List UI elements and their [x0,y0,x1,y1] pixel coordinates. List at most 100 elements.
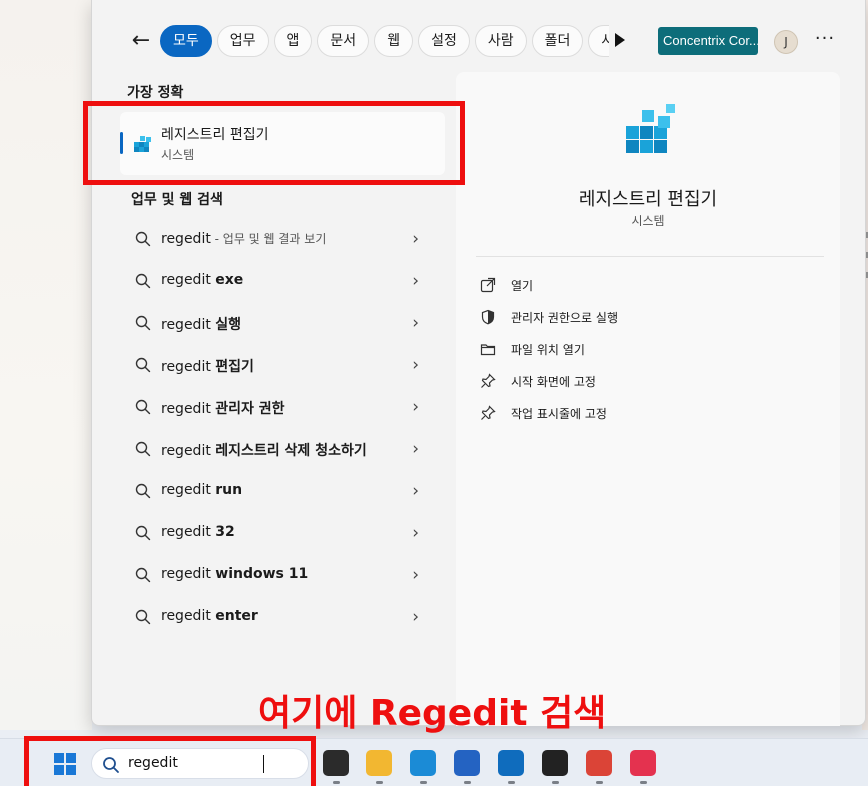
search-icon [135,273,151,289]
search-result-text: regedit - 업무 및 웹 결과 보기 [161,230,326,247]
running-indicator [596,781,603,784]
result-suggestion: windows 11 [215,566,309,582]
result-query: regedit [161,608,216,624]
result-query: regedit [161,231,211,247]
result-suggestion: 레지스트리 삭제 청소하기 [215,443,367,459]
highlight-box-search [24,736,316,786]
detail-actions: 열기 관리자 권한으로 실행파일 위치 열기시작 화면에 고정작업 표시줄에 고정 [480,273,820,433]
desktop-background-left [0,0,92,730]
search-result-row[interactable]: regedit 편집기 › [121,344,441,386]
search-result-row[interactable]: regedit 레지스트리 삭제 청소하기 › [121,428,441,470]
search-icon [135,525,151,541]
organization-button[interactable]: Concentrix Cor... [658,27,758,55]
filter-chip[interactable]: 문서 [317,25,370,57]
scroll-filters-play-icon[interactable] [615,33,625,47]
result-suggestion: 실행 [215,317,242,333]
highlight-box-best-match [83,101,465,185]
result-query: regedit [161,566,216,582]
chevron-right-icon[interactable]: › [412,313,419,333]
web-search-heading: 업무 및 웹 검색 [131,192,223,208]
detail-app-type: 시스템 [631,214,665,228]
filter-chip[interactable]: 업무 [216,25,269,57]
more-options-icon[interactable]: ··· [812,26,838,54]
search-result-row[interactable]: regedit enter › [121,596,441,638]
result-query: regedit [161,524,216,540]
detail-app-name: 레지스트리 편집기 [578,189,718,210]
result-suggestion: 32 [215,524,235,540]
task-view-icon[interactable] [323,750,349,776]
search-icon [135,231,151,247]
action-label: 작업 표시줄에 고정 [511,407,607,421]
search-result-text: regedit 편집기 [161,356,254,376]
result-query: regedit [161,401,216,417]
chevron-right-icon[interactable]: › [412,439,419,459]
chevron-right-icon[interactable]: › [412,481,419,501]
creative-cloud-icon[interactable] [630,750,656,776]
chevron-right-icon[interactable]: › [412,565,419,585]
search-result-text: regedit 32 [161,524,235,540]
divider [476,256,824,257]
avatar[interactable]: J [774,30,798,54]
action-item[interactable]: 관리자 권한으로 실행 [480,305,820,337]
result-suggestion: exe [215,272,244,288]
filter-chip[interactable]: 사 [588,25,609,57]
result-suggestion: run [215,482,243,498]
folder-icon [480,344,496,356]
running-indicator [508,781,515,784]
running-indicator [464,781,471,784]
filter-chip[interactable]: 앱 [273,25,313,57]
result-suggestion: 관리자 권한 [215,401,285,417]
edge-icon[interactable] [410,750,436,776]
filter-chip[interactable]: 웹 [374,25,414,57]
search-result-row[interactable]: regedit 관리자 권한 › [121,386,441,428]
best-match-heading: 가장 정확 [127,85,184,101]
action-item[interactable]: 열기 [480,273,820,305]
running-indicator [376,781,383,784]
search-icon [135,567,151,583]
filter-chip[interactable]: 모두 [160,25,212,57]
chevron-right-icon[interactable]: › [412,607,419,627]
result-suggestion: 편집기 [215,359,254,375]
store-icon[interactable] [454,750,480,776]
search-result-row[interactable]: regedit 32 › [121,512,441,554]
chevron-right-icon[interactable]: › [412,229,419,249]
search-result-text: regedit exe [161,272,243,288]
outlook-icon[interactable] [498,750,524,776]
search-result-text: regedit 실행 [161,314,241,334]
search-icon [135,399,151,415]
chevron-right-icon[interactable]: › [412,523,419,543]
action-item[interactable]: 파일 위치 열기 [480,337,820,369]
search-result-row[interactable]: regedit run › [121,470,441,512]
pin-icon [481,373,496,388]
search-result-text: regedit windows 11 [161,566,308,582]
registry-editor-icon [626,104,675,153]
action-label: 시작 화면에 고정 [511,375,596,389]
chevron-right-icon[interactable]: › [412,355,419,375]
running-indicator [333,781,340,784]
chevron-right-icon[interactable]: › [412,397,419,417]
search-result-row[interactable]: regedit exe › [121,260,441,302]
running-indicator [552,781,559,784]
action-item[interactable]: 시작 화면에 고정 [480,369,820,401]
chrome-icon[interactable] [586,750,612,776]
back-arrow-icon[interactable]: ← [128,27,154,55]
action-item[interactable]: 작업 표시줄에 고정 [480,401,820,433]
search-result-text: regedit 관리자 권한 [161,398,285,418]
web-search-results: regedit - 업무 및 웹 결과 보기 › regedit exe › reged… [121,218,441,638]
filter-chip[interactable]: 사람 [474,25,527,57]
search-result-row[interactable]: regedit 실행 › [121,302,441,344]
chevron-right-icon[interactable]: › [412,271,419,291]
running-indicator [420,781,427,784]
file-explorer-icon[interactable] [366,750,392,776]
filter-chip[interactable]: 폴더 [531,25,584,57]
result-note: - 업무 및 웹 결과 보기 [210,232,327,246]
action-label: 파일 위치 열기 [511,343,585,357]
search-icon [135,315,151,331]
filter-bar: ← 모두 업무 앱 문서 웹 설정 사람 폴더 사 Concentrix Cor... J ··… [92,22,865,60]
search-result-row[interactable]: regedit - 업무 및 웹 결과 보기 › [121,218,441,260]
result-query: regedit [161,272,216,288]
search-result-text: regedit 레지스트리 삭제 청소하기 [161,440,367,460]
headset-icon[interactable] [542,750,568,776]
filter-chip[interactable]: 설정 [418,25,470,57]
search-result-row[interactable]: regedit windows 11 › [121,554,441,596]
